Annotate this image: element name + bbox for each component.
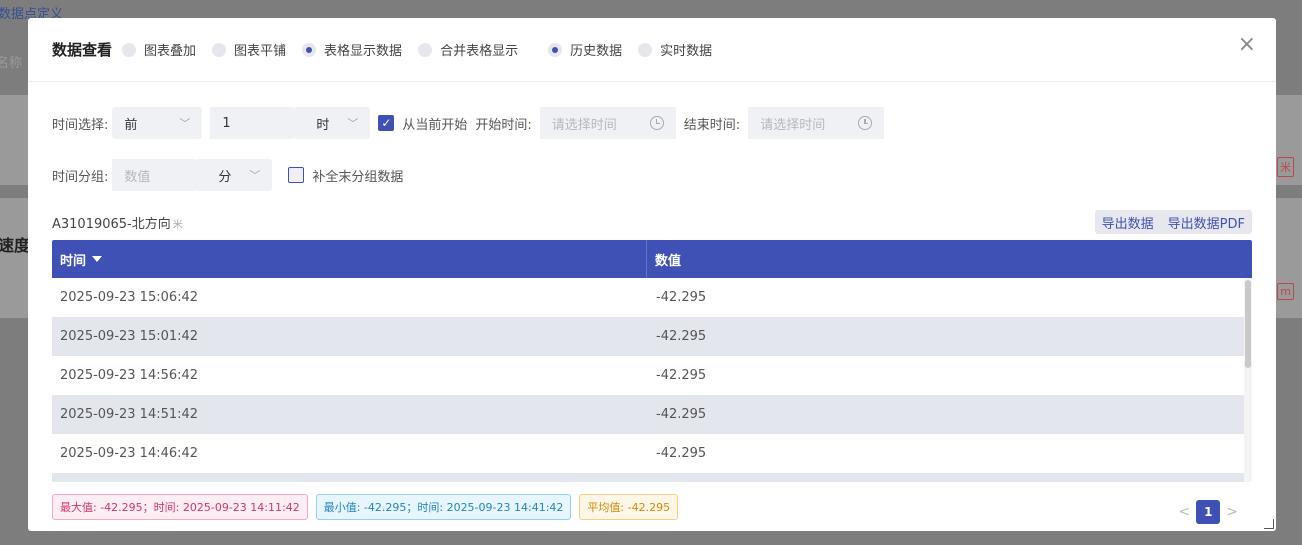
radio-realtime-data[interactable]: 实时数据 (638, 40, 712, 59)
dialog-title: 数据查看 (52, 41, 113, 59)
time-group-label: 时间分组: (52, 169, 109, 185)
direction-select[interactable]: 前 ﹀ (112, 107, 203, 139)
table-row: 2025-09-23 14:51:42 -42.295 (52, 395, 1244, 434)
radio-dot-icon (638, 42, 653, 57)
group-unit-select[interactable]: 分 ﹀ (196, 159, 273, 191)
clock-icon (649, 116, 664, 130)
export-pdf-button[interactable]: 导出数据PDF (1161, 213, 1252, 232)
table-header: 时间 数值 (52, 240, 1252, 278)
min-value-badge: 最小值: -42.295；时间: 2025-09-23 14:41:42 (315, 494, 572, 520)
bg-speed-label: 速度 (0, 236, 31, 255)
time-select-label: 时间选择: (52, 117, 109, 133)
table-row: 2025-09-23 14:56:42 -42.295 (60, 368, 707, 383)
resize-handle-icon[interactable] (1264, 519, 1274, 529)
start-time-label: 开始时间: (475, 117, 532, 133)
unit-icon: 米 (172, 220, 183, 231)
radio-table-display[interactable]: 表格显示数据 (302, 40, 402, 59)
scrollbar-thumb[interactable] (1245, 280, 1251, 368)
start-time-input[interactable]: 请选择时间 (539, 107, 676, 139)
chevron-down-icon: ﹀ (179, 117, 191, 130)
export-button-group: 导出数据 导出数据PDF (1094, 210, 1252, 234)
from-now-checkbox[interactable]: ✓ (378, 115, 395, 131)
max-value-badge: 最大值: -42.295；时间: 2025-09-23 14:11:42 (52, 494, 308, 520)
next-page-icon[interactable]: > (1226, 504, 1238, 520)
bg-unit-tag: m (1277, 283, 1294, 300)
radio-dot-icon (418, 42, 433, 57)
page-number-current[interactable]: 1 (1196, 500, 1221, 524)
radio-history-data[interactable]: 历史数据 (548, 40, 622, 59)
prev-page-icon[interactable]: < (1179, 504, 1191, 520)
end-time-label: 结束时间: (683, 117, 741, 133)
radio-merged-table[interactable]: 合并表格显示 (418, 40, 518, 59)
chevron-down-icon: ﹀ (249, 169, 261, 182)
chevron-down-icon: ﹀ (347, 117, 359, 130)
column-header-time[interactable]: 时间 (52, 240, 647, 278)
table-scrollbar[interactable] (1244, 278, 1252, 482)
table-row: 2025-09-23 15:01:42 -42.295 (52, 317, 1244, 356)
data-table: 时间 数值 2025-09-23 15:06:42 -42.295 2025-09… (52, 240, 1252, 482)
dialog-header: 数据查看 图表叠加 图表平铺 表格显示数据 合并表格显示 历史数据 实时数据 × (28, 18, 1276, 82)
radio-dot-icon (122, 42, 137, 57)
from-now-label: 从当前开始 (402, 117, 468, 133)
radio-chart-overlay[interactable]: 图表叠加 (122, 40, 196, 59)
time-group-row: 时间分组: 数值 分 ﹀ 补全末分组数据 (52, 159, 407, 191)
time-select-row: 时间选择: 前 ﹀ 1 时 ﹀ ✓ 从当前开始 开始时间: 请选择时间 结束时间: … (52, 107, 885, 139)
radio-dot-icon (302, 42, 317, 57)
bg-name-placeholder: 名称 (0, 56, 23, 71)
amount-input[interactable]: 1 (210, 107, 295, 139)
bg-unit-tag: 米 (1277, 157, 1294, 177)
radio-chart-tile[interactable]: 图表平铺 (212, 40, 286, 59)
clock-icon (858, 116, 873, 130)
table-title: A31019065-北方向米 (52, 217, 183, 232)
group-value-input[interactable]: 数值 (112, 159, 197, 191)
stats-bar: 最大值: -42.295；时间: 2025-09-23 14:11:42 最小值… (52, 494, 686, 520)
data-view-dialog: 数据查看 图表叠加 图表平铺 表格显示数据 合并表格显示 历史数据 实时数据 ×… (28, 18, 1276, 531)
export-data-button[interactable]: 导出数据 (1095, 213, 1161, 232)
radio-dot-icon (548, 42, 563, 57)
fill-group-label: 补全末分组数据 (312, 169, 404, 185)
radio-dot-icon (212, 42, 227, 57)
avg-value-badge: 平均值: -42.295 (579, 494, 679, 520)
column-header-value[interactable]: 数值 (647, 240, 1252, 278)
pagination: < 1 > (1173, 500, 1244, 524)
fill-group-checkbox[interactable] (288, 167, 305, 183)
table-row: 2025-09-23 14:46:42 -42.295 (60, 446, 707, 461)
unit-select[interactable]: 时 ﹀ (294, 107, 371, 139)
sort-desc-icon[interactable] (92, 256, 103, 262)
close-icon[interactable]: × (1238, 34, 1256, 56)
table-row (52, 473, 1244, 482)
table-row: 2025-09-23 15:06:42 -42.295 (60, 290, 707, 305)
end-time-input[interactable]: 请选择时间 (748, 107, 885, 139)
table-body: 2025-09-23 15:06:42 -42.295 2025-09-23 15… (52, 278, 1252, 482)
